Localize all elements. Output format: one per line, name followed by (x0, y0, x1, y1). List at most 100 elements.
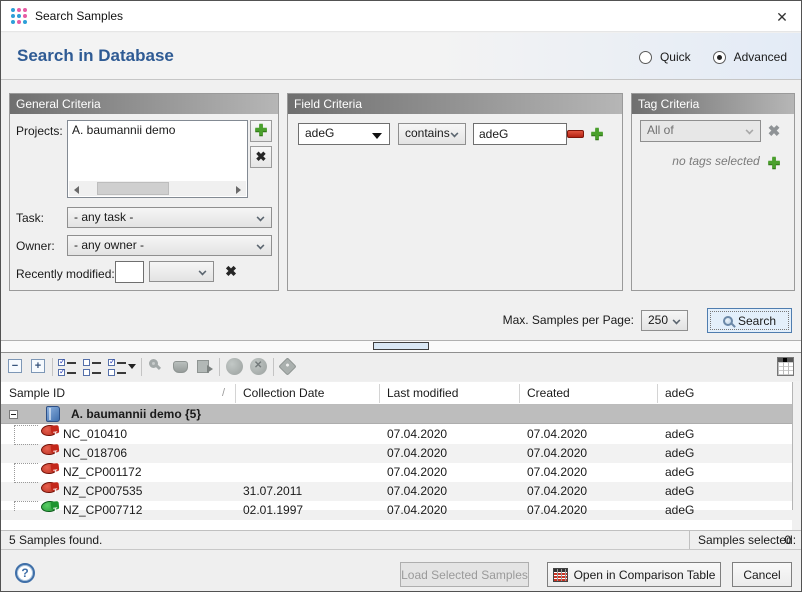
remove-criterion-button[interactable] (567, 130, 584, 138)
table-border (792, 382, 793, 510)
scroll-left-icon[interactable] (69, 181, 84, 196)
chevron-down-icon (451, 130, 459, 138)
projects-hscrollbar[interactable] (69, 181, 246, 196)
column-header-adeg[interactable]: adeG (665, 382, 694, 404)
quick-radio-label[interactable]: Quick (660, 50, 691, 64)
adeg-value: adeG (665, 482, 694, 501)
table-settings-icon[interactable] (777, 357, 794, 376)
column-header-sample-id[interactable]: Sample ID (9, 382, 65, 404)
add-tag-button[interactable]: ✚ (764, 154, 784, 172)
project-list-item[interactable]: A. baumannii demo (68, 121, 247, 139)
column-header-last-modified[interactable]: Last modified (387, 382, 458, 404)
check-all-icon[interactable] (58, 357, 78, 377)
app-logo-icon (11, 8, 28, 25)
export-icon[interactable] (195, 357, 215, 377)
window-title: Search Samples (35, 1, 123, 32)
max-samples-select[interactable]: 250 (641, 310, 688, 331)
created: 07.04.2020 (527, 463, 587, 482)
field-select[interactable]: adeG (298, 123, 390, 145)
load-selected-samples-button[interactable]: Load Selected Samples (400, 562, 529, 587)
help-icon[interactable]: ? (15, 563, 35, 583)
mode-radio-group: Quick Advanced (639, 50, 787, 64)
remove-project-button[interactable]: ✖ (250, 146, 272, 168)
table-row[interactable]: NZ_CP007535 31.07.2011 07.04.2020 07.04.… (1, 482, 792, 501)
column-header-created[interactable]: Created (527, 382, 570, 404)
collapse-all-icon[interactable]: − (6, 357, 26, 377)
last-modified: 07.04.2020 (387, 482, 447, 501)
check-selection-menu-icon[interactable] (108, 357, 138, 377)
projects-list[interactable]: A. baumannii demo (67, 120, 248, 198)
chevron-down-icon (199, 268, 207, 276)
scroll-right-icon[interactable] (231, 181, 246, 196)
owner-select[interactable]: - any owner - (67, 235, 272, 256)
task-select[interactable]: - any task - (67, 207, 272, 228)
add-criterion-button[interactable]: ✚ (588, 125, 606, 143)
table-row[interactable]: NZ_CP007712 02.01.1997 07.04.2020 07.04.… (1, 501, 792, 520)
sample-id: NC_018706 (63, 444, 127, 463)
column-header-collection-date[interactable]: Collection Date (243, 382, 324, 404)
search-button[interactable]: Search (707, 308, 792, 333)
group-row[interactable]: A. baumannii demo {5} (1, 405, 792, 424)
open-comparison-table-button[interactable]: Open in Comparison Table (547, 562, 721, 587)
recently-modified-value-input[interactable] (115, 261, 144, 283)
clear-recently-modified-icon[interactable]: ✖ (222, 263, 240, 280)
table-row[interactable]: NC_010410 07.04.2020 07.04.2020 adeG (1, 425, 792, 444)
collection-date: 31.07.2011 (243, 482, 302, 501)
expand-all-icon[interactable]: + (29, 357, 49, 377)
table-body: A. baumannii demo {5} NC_010410 07.04.20… (1, 405, 792, 510)
close-icon[interactable]: ✕ (772, 7, 792, 27)
sample-tag-icon (40, 462, 58, 475)
tree-line (14, 425, 38, 426)
task-label: Task: (16, 211, 44, 225)
sample-id: NZ_CP001172 (63, 463, 142, 482)
tag-criteria-panel: Tag Criteria All of ✖ no tags selected ✚ (631, 93, 795, 291)
task-select-value: - any task - (74, 210, 133, 224)
scroll-thumb[interactable] (97, 182, 169, 195)
operator-select[interactable]: contains (398, 123, 466, 145)
general-criteria-panel: General Criteria Projects: A. baumannii … (9, 93, 279, 291)
tag-match-select-value: All of (647, 123, 674, 137)
tag-match-select: All of (640, 120, 761, 142)
sample-id: NZ_CP007535 (63, 482, 142, 501)
advanced-radio[interactable] (713, 51, 726, 64)
tag-criteria-title: Tag Criteria (632, 94, 794, 114)
splitter-handle[interactable] (373, 342, 429, 350)
general-criteria-title: General Criteria (10, 94, 278, 114)
chevron-down-icon (673, 317, 681, 325)
table-row[interactable]: NC_018706 07.04.2020 07.04.2020 adeG (1, 444, 792, 463)
sort-indicator-icon[interactable]: / (222, 382, 225, 404)
search-round-icon[interactable] (225, 357, 245, 377)
created: 07.04.2020 (527, 425, 587, 444)
field-criteria-title: Field Criteria (288, 94, 622, 114)
clear-search-icon[interactable] (249, 357, 269, 377)
table-row[interactable]: NZ_CP001172 07.04.2020 07.04.2020 adeG (1, 463, 792, 482)
basket-icon[interactable] (171, 357, 191, 377)
project-icon (46, 406, 60, 422)
recently-modified-unit-select[interactable] (149, 261, 214, 282)
status-bar: 5 Samples found. Samples selected: 0 (1, 530, 801, 549)
add-project-button[interactable]: ✚ (250, 120, 272, 142)
created: 07.04.2020 (527, 444, 587, 463)
uncheck-all-icon[interactable] (83, 357, 103, 377)
cancel-button-label: Cancel (743, 568, 780, 582)
header-strip: Search in Database Quick Advanced (1, 33, 801, 80)
sample-tag-icon (40, 500, 58, 513)
field-query-input[interactable] (473, 123, 567, 145)
find-icon[interactable] (147, 357, 167, 377)
collapse-group-icon[interactable] (9, 410, 18, 419)
cancel-button[interactable]: Cancel (732, 562, 792, 587)
owner-select-value: - any owner - (74, 238, 144, 252)
chevron-down-icon (257, 242, 265, 250)
field-criteria-panel: Field Criteria adeG contains ✚ (287, 93, 623, 291)
load-selected-samples-label: Load Selected Samples (401, 568, 528, 582)
tags-icon[interactable] (279, 357, 299, 377)
quick-radio[interactable] (639, 51, 652, 64)
tree-line (14, 482, 38, 483)
tree-line (14, 463, 38, 464)
advanced-radio-label[interactable]: Advanced (734, 50, 787, 64)
tree-line (14, 444, 38, 445)
dropdown-arrow-icon (372, 133, 382, 139)
adeg-value: adeG (665, 425, 694, 444)
projects-label: Projects: (16, 124, 63, 138)
clear-tags-icon[interactable]: ✖ (764, 122, 784, 140)
